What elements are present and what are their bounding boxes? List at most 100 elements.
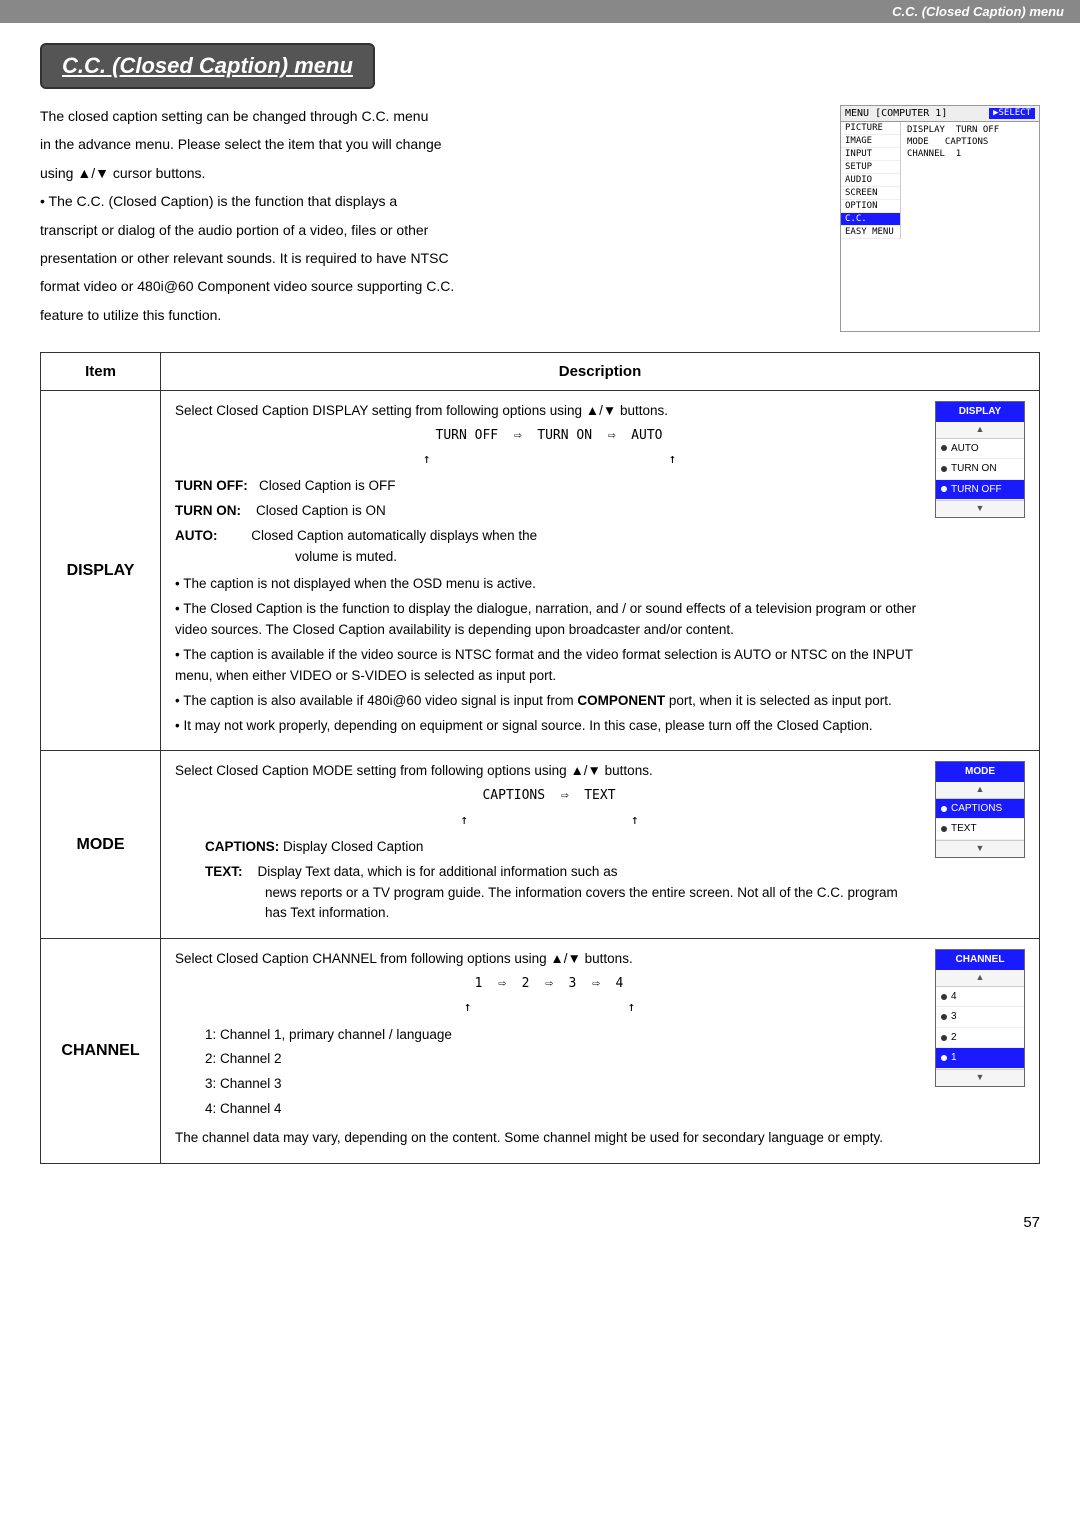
menu-sub-mode: MODE CAPTIONS	[905, 136, 1035, 148]
display-mm-turnon-dot	[941, 466, 947, 472]
channel-mm-3-label: 3	[951, 1009, 957, 1025]
display-mm-title: DISPLAY	[936, 402, 1024, 422]
display-bullet5: • It may not work properly, depending on…	[175, 716, 923, 737]
col-desc: Description	[161, 353, 1040, 391]
channel-mm-arrow-down: ▼	[936, 1069, 1024, 1086]
mode-mm-text-label: TEXT	[951, 821, 977, 837]
menu-left: PICTURE IMAGE INPUT SETUP AUDIO SCREEN O…	[841, 122, 901, 239]
intro-line1: The closed caption setting can be change…	[40, 105, 820, 127]
menu-item-picture: PICTURE	[841, 122, 900, 135]
channel-mm-title: CHANNEL	[936, 950, 1024, 970]
display-mm-arrow-down: ▼	[936, 500, 1024, 517]
desc-channel: Select Closed Caption CHANNEL from follo…	[161, 939, 1040, 1164]
display-desc-main: Select Closed Caption DISPLAY setting fr…	[175, 401, 923, 740]
menu-sub-channel: CHANNEL 1	[905, 148, 1035, 160]
mode-mm-title: MODE	[936, 762, 1024, 782]
mode-mm-text: TEXT	[936, 819, 1024, 840]
item-display: DISPLAY	[41, 391, 161, 751]
mode-option-text: TEXT: Display Text data, which is for ad…	[175, 862, 923, 925]
mode-mm-arrow-down: ▼	[936, 840, 1024, 857]
channel-mm-3-dot	[941, 1014, 947, 1020]
menu-item-setup: SETUP	[841, 161, 900, 174]
menu-select-btn: ▶SELECT	[989, 108, 1035, 119]
intro-text: The closed caption setting can be change…	[40, 105, 820, 332]
menu-header-left: MENU [COMPUTER 1]	[845, 108, 947, 119]
display-cycle-arrow: ↑ ↑	[175, 450, 923, 470]
channel-mm-2-dot	[941, 1035, 947, 1041]
channel-mm-2-label: 2	[951, 1030, 957, 1046]
display-mm-arrow-up: ▲	[936, 422, 1024, 439]
channel-mm-4-dot	[941, 994, 947, 1000]
mode-option-captions: CAPTIONS: Display Closed Caption	[175, 837, 923, 858]
display-mm-turnoff-dot	[941, 486, 947, 492]
intro-line3: using ▲/▼ cursor buttons.	[40, 162, 820, 184]
intro-line8: feature to utilize this function.	[40, 304, 820, 326]
intro-line4: • The C.C. (Closed Caption) is the funct…	[40, 190, 820, 212]
display-mm-turnoff-label: TURN OFF	[951, 482, 1002, 498]
intro-line6: presentation or other relevant sounds. I…	[40, 247, 820, 269]
channel-option1: 1: Channel 1, primary channel / language	[175, 1025, 923, 1046]
mode-mm-captions-label: CAPTIONS	[951, 801, 1002, 817]
display-mini-menu: DISPLAY ▲ AUTO TURN ON	[935, 401, 1025, 518]
menu-body: PICTURE IMAGE INPUT SETUP AUDIO SCREEN O…	[841, 122, 1039, 239]
channel-option4: 4: Channel 4	[175, 1099, 923, 1120]
mode-mini-menu: MODE ▲ CAPTIONS TEXT ▼	[935, 761, 1025, 857]
channel-mm-3: 3	[936, 1007, 1024, 1028]
channel-mini-menu: CHANNEL ▲ 4 3	[935, 949, 1025, 1086]
col-item: Item	[41, 353, 161, 391]
intro-line2: in the advance menu. Please select the i…	[40, 133, 820, 155]
menu-item-image: IMAGE	[841, 135, 900, 148]
menu-header: MENU [COMPUTER 1] ▶SELECT	[841, 106, 1039, 122]
mode-mm-text-dot	[941, 826, 947, 832]
menu-item-input: INPUT	[841, 148, 900, 161]
item-mode: MODE	[41, 751, 161, 939]
menu-screenshot: MENU [COMPUTER 1] ▶SELECT PICTURE IMAGE …	[840, 105, 1040, 332]
display-mm-turnon-label: TURN ON	[951, 461, 997, 477]
display-mm-auto-label: AUTO	[951, 441, 979, 457]
display-cycle: TURN OFF ⇨ TURN ON ⇨ AUTO	[175, 426, 923, 446]
display-desc-panel: Select Closed Caption DISPLAY setting fr…	[175, 401, 1025, 740]
display-mm-auto-dot	[941, 445, 947, 451]
page-title: C.C. (Closed Caption) menu	[62, 53, 353, 78]
menu-item-option: OPTION	[841, 200, 900, 213]
intro-line5: transcript or dialog of the audio portio…	[40, 219, 820, 241]
menu-item-audio: AUDIO	[841, 174, 900, 187]
display-option-auto: AUTO: Closed Caption automatically displ…	[175, 526, 923, 568]
header-bar: C.C. (Closed Caption) menu	[0, 0, 1080, 23]
display-bullet4: • The caption is also available if 480i@…	[175, 691, 923, 712]
mode-desc-panel: Select Closed Caption MODE setting from …	[175, 761, 1025, 928]
display-mm-auto: AUTO	[936, 439, 1024, 460]
table-row-display: DISPLAY Select Closed Caption DISPLAY se…	[41, 391, 1040, 751]
mode-desc-main: Select Closed Caption MODE setting from …	[175, 761, 923, 928]
channel-desc-main: Select Closed Caption CHANNEL from follo…	[175, 949, 923, 1153]
main-table: Item Description DISPLAY Select Closed C…	[40, 352, 1040, 1164]
menu-right: DISPLAY TURN OFF MODE CAPTIONS CHANNEL 1	[901, 122, 1039, 239]
page-number-value: 57	[1023, 1214, 1040, 1231]
channel-option3: 3: Channel 3	[175, 1074, 923, 1095]
display-option-turnoff: TURN OFF: Closed Caption is OFF	[175, 476, 923, 497]
item-channel: CHANNEL	[41, 939, 161, 1164]
page-title-box: C.C. (Closed Caption) menu	[40, 43, 375, 89]
display-bullet2: • The Closed Caption is the function to …	[175, 599, 923, 641]
channel-mm-4: 4	[936, 987, 1024, 1008]
display-mm-turnoff: TURN OFF	[936, 480, 1024, 501]
channel-mm-2: 2	[936, 1028, 1024, 1049]
channel-desc-panel: Select Closed Caption CHANNEL from follo…	[175, 949, 1025, 1153]
menu-item-easy: EASY MENU	[841, 226, 900, 239]
channel-mm-1: 1	[936, 1048, 1024, 1069]
display-intro: Select Closed Caption DISPLAY setting fr…	[175, 401, 923, 422]
channel-intro: Select Closed Caption CHANNEL from follo…	[175, 949, 923, 970]
header-title: C.C. (Closed Caption) menu	[892, 4, 1064, 19]
channel-option2: 2: Channel 2	[175, 1049, 923, 1070]
table-row-mode: MODE Select Closed Caption MODE setting …	[41, 751, 1040, 939]
channel-cycle: 1 ⇨ 2 ⇨ 3 ⇨ 4	[175, 974, 923, 994]
mode-mm-captions-dot	[941, 806, 947, 812]
mode-intro: Select Closed Caption MODE setting from …	[175, 761, 923, 782]
menu-item-screen: SCREEN	[841, 187, 900, 200]
page-number: 57	[0, 1204, 1080, 1241]
channel-mm-1-label: 1	[951, 1050, 957, 1066]
desc-mode: Select Closed Caption MODE setting from …	[161, 751, 1040, 939]
mode-cycle: CAPTIONS ⇨ TEXT	[175, 786, 923, 806]
mode-mm-arrow-up: ▲	[936, 782, 1024, 799]
table-row-channel: CHANNEL Select Closed Caption CHANNEL fr…	[41, 939, 1040, 1164]
